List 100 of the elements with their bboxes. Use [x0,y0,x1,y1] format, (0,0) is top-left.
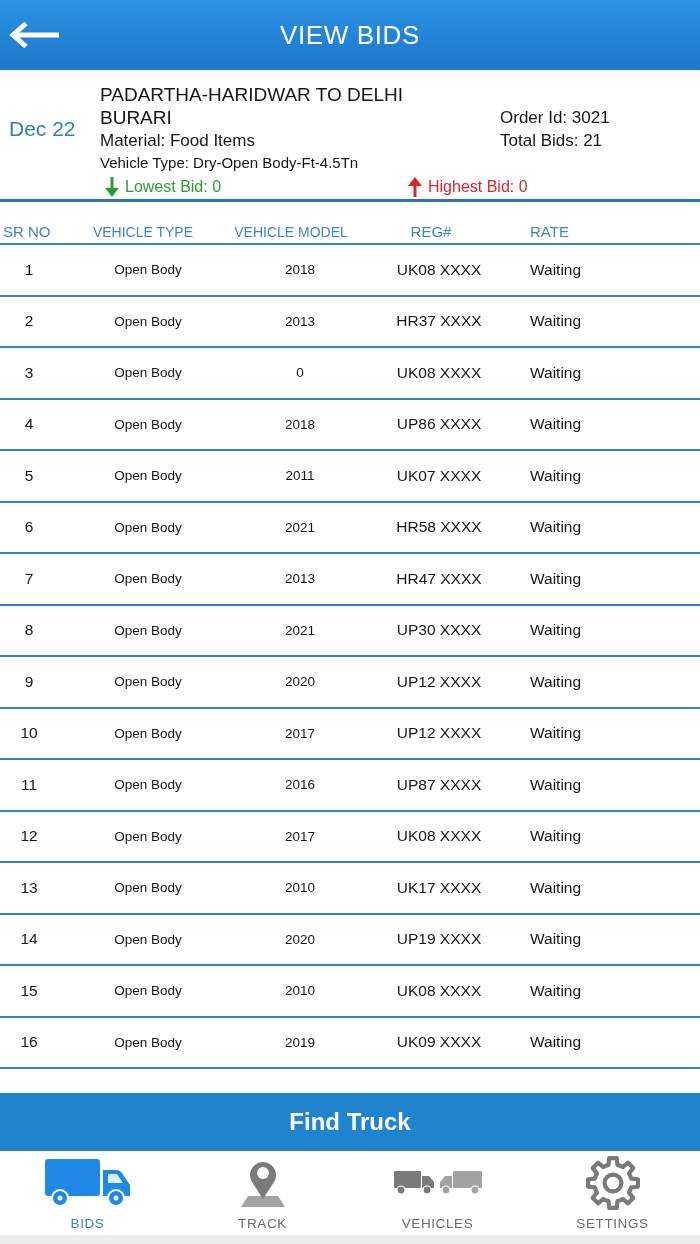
vehicle-type-text: Vehicle Type: Dry-Open Body-Ft-4.5Tn [100,153,360,173]
registration-number: UP30 XXXX [396,621,482,640]
material-text: Material: Food Items [100,130,256,152]
serial-number: 10 [20,724,38,743]
serial-number: 2 [24,312,34,331]
registration-number: UP12 XXXX [396,672,482,691]
vehicle-model-year: 2018 [284,416,315,432]
serial-number: 1 [24,260,34,279]
serial-number: 16 [20,1033,38,1052]
total-bids-text: Total Bids: 21 [500,129,603,152]
registration-number: UK09 XXXX [396,1033,482,1052]
serial-number: 5 [24,466,34,485]
serial-number: 9 [24,672,34,691]
vehicle-type-text: Open Body [114,725,182,741]
map-pin-icon [239,1159,286,1207]
back-button[interactable] [9,21,61,49]
registration-number: UK07 XXXX [396,466,482,485]
vehicle-model-year: 2020 [284,674,315,690]
rate-status: Waiting [530,672,582,691]
rate-status: Waiting [530,775,582,794]
vehicle-model-year: 2013 [284,313,315,329]
registration-number: UK17 XXXX [396,878,482,897]
screen-title: VIEW BIDS [280,19,420,51]
serial-number: 14 [20,930,38,949]
serial-number: 3 [24,363,34,382]
vehicle-model-year: 2010 [284,880,315,896]
registration-number: HR37 XXXX [396,312,482,331]
nav-tab[interactable]: SETTINGS [525,1151,700,1235]
serial-number: 15 [20,981,38,1000]
vehicle-type-text: Open Body [114,416,182,432]
registration-number: UP12 XXXX [396,724,482,743]
vehicle-model-year: 2011 [285,468,315,484]
down-arrow-icon [104,176,120,197]
vehicle-type-text: Open Body [114,1034,182,1050]
truck-icon [44,1159,131,1207]
serial-number: 7 [24,569,34,588]
vehicle-model-year: 2017 [284,725,315,741]
registration-number: UP19 XXXX [396,930,482,949]
registration-number: HR58 XXXX [396,518,482,537]
rate-status: Waiting [530,260,582,279]
vehicle-type-text: Open Body [114,983,182,999]
serial-number: 8 [24,621,34,640]
column-header: RATE [530,223,569,240]
rate-status: Waiting [530,981,582,1000]
column-header: REG# [410,223,452,240]
serial-number: 4 [24,415,34,434]
lowest-bid-text: Lowest Bid: 0 [125,177,222,196]
nav-tab[interactable]: TRACK [175,1151,350,1235]
column-header: VEHICLE TYPE [92,224,194,240]
vehicle-model-year: 2010 [284,983,315,999]
two-trucks-icon [393,1171,482,1195]
registration-number: UK08 XXXX [396,260,482,279]
nav-tab[interactable]: VEHICLES [350,1151,525,1235]
vehicle-model-year: 2021 [284,622,315,638]
vehicle-model-year: 2019 [284,1034,315,1050]
rate-status: Waiting [530,930,582,949]
route-title: PADARTHA-HARIDWAR TO DELHI BURARI [100,83,404,129]
column-header: SR NO [3,223,51,240]
registration-number: UK08 XXXX [396,363,482,382]
vehicle-type-text: Open Body [114,674,182,690]
settings-icon [584,1155,641,1211]
column-header: VEHICLE MODEL [234,224,348,240]
registration-number: UK08 XXXX [396,827,482,846]
vehicle-model-year: 2017 [284,828,315,844]
vehicle-type-text: Open Body [114,880,182,896]
registration-number: UK08 XXXX [396,981,482,1000]
up-arrow-icon [407,176,423,197]
serial-number: 13 [20,878,38,897]
rate-status: Waiting [530,569,582,588]
rate-status: Waiting [530,878,582,897]
registration-number: UP86 XXXX [396,415,482,434]
serial-number: 11 [20,775,38,794]
rate-status: Waiting [530,466,582,485]
rate-status: Waiting [530,621,582,640]
vehicle-model-year: 2021 [284,519,315,535]
nav-tab[interactable]: BIDS [0,1151,175,1235]
find-truck-button[interactable]: Find Truck [0,1093,700,1151]
vehicle-model-year: 2018 [284,262,315,278]
order-id-text: Order Id: 3021 [500,106,610,129]
rate-status: Waiting [530,518,582,537]
serial-number: 12 [20,827,38,846]
vehicle-type-text: Open Body [114,571,182,587]
vehicle-model-year: 2013 [284,571,315,587]
rate-status: Waiting [530,312,582,331]
vehicle-type-text: Open Body [114,262,182,278]
vehicle-model-year: 2016 [284,777,315,793]
serial-number: 6 [24,518,34,537]
highest-bid-text: Highest Bid: 0 [428,177,528,196]
vehicle-type-text: Open Body [114,828,182,844]
vehicle-type-text: Open Body [114,365,182,381]
vehicle-type-text: Open Body [114,519,182,535]
back-arrow-icon [9,21,61,49]
vehicle-type-text: Open Body [114,777,182,793]
rate-status: Waiting [530,1033,582,1052]
vehicle-model-year: 2020 [284,931,315,947]
vehicle-model-year: 0 [296,365,304,381]
order-date: Dec 22 [8,116,77,141]
vehicle-type-text: Open Body [114,313,182,329]
rate-status: Waiting [530,724,582,743]
vehicle-type-text: Open Body [114,622,182,638]
